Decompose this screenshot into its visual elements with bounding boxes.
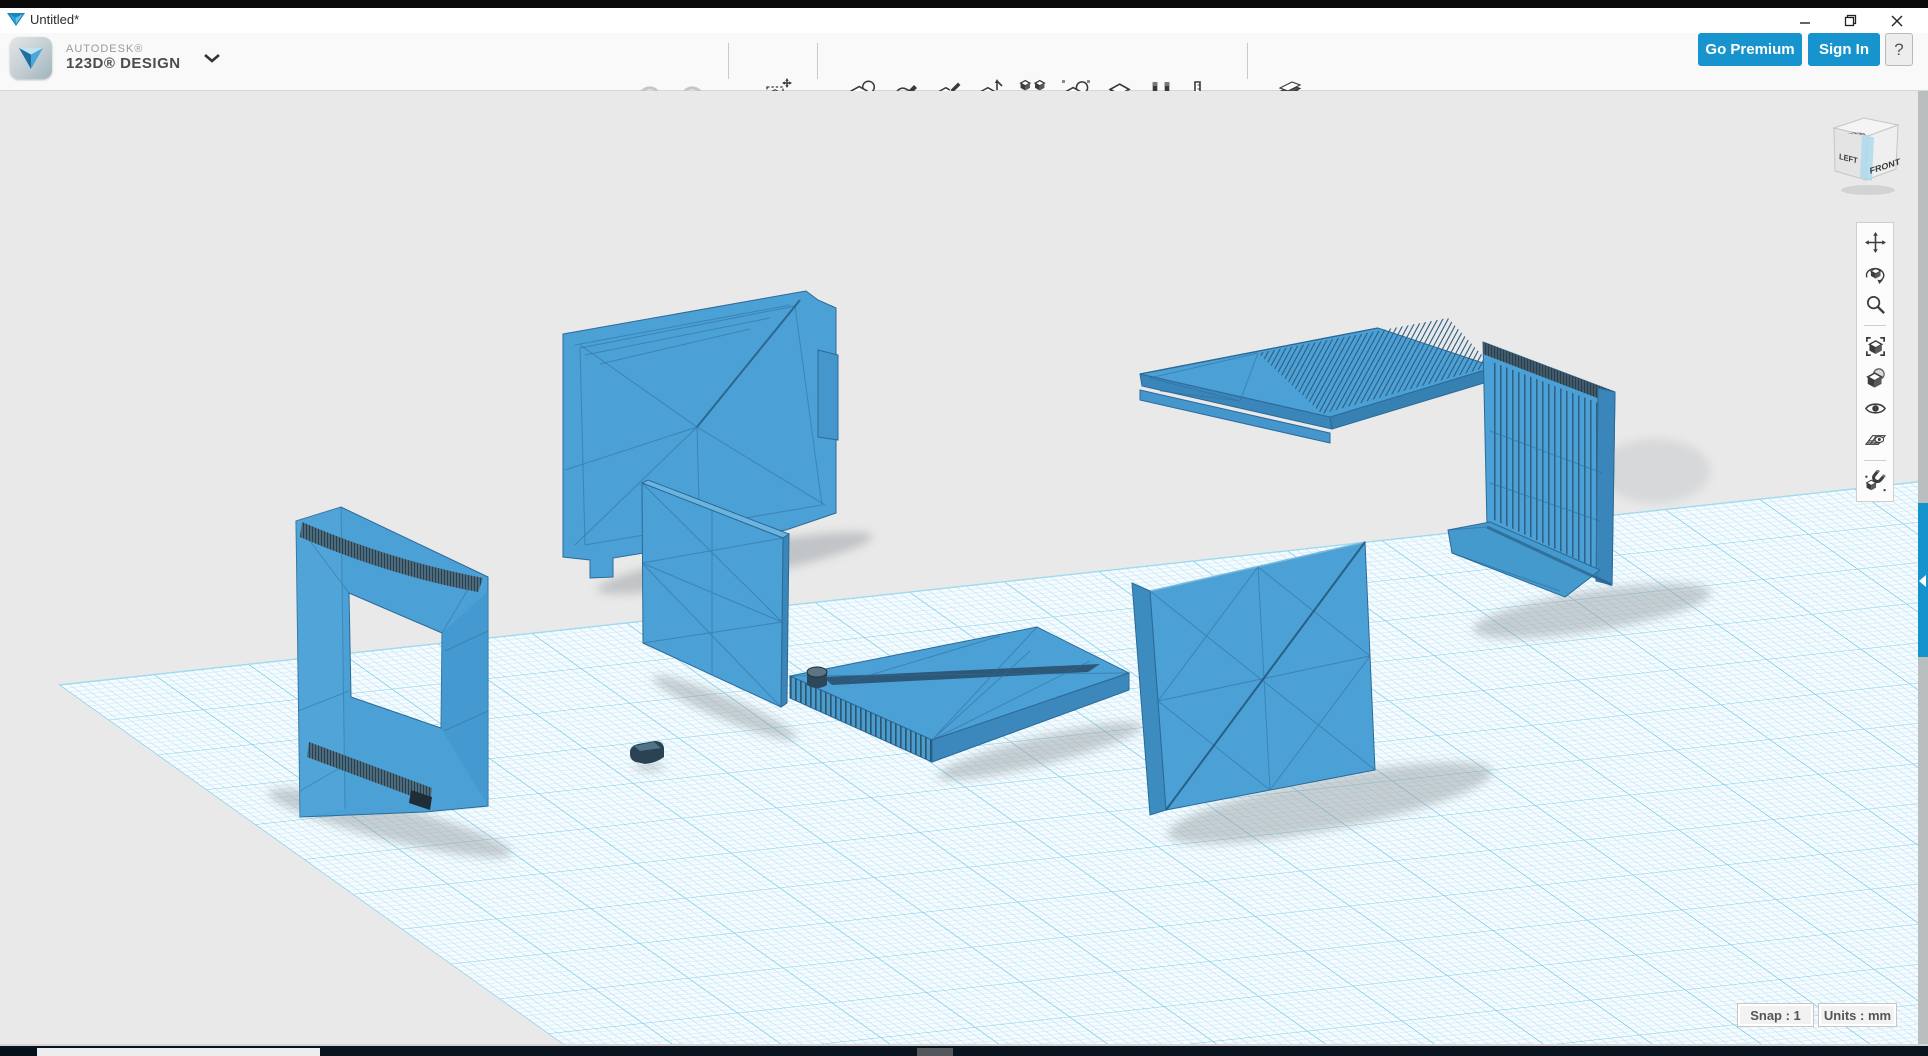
vented-top-cover[interactable] <box>1140 318 1497 443</box>
titlebar: Untitled* <box>0 8 1928 33</box>
viewport[interactable]: TOP LEFT FRONT <box>0 91 1928 1044</box>
grid-visibility-icon[interactable] <box>1857 424 1893 455</box>
help-button[interactable]: ? <box>1885 33 1913 66</box>
shading-icon[interactable] <box>1857 362 1893 393</box>
taskbar-segment <box>37 1048 320 1056</box>
snap-setting[interactable]: Snap : 1 <box>1737 1003 1814 1027</box>
nav-toolbar <box>1856 222 1894 502</box>
nav-divider <box>1864 325 1886 326</box>
taskbar-segment <box>320 1048 917 1056</box>
viewcube[interactable]: TOP LEFT FRONT <box>1820 106 1912 198</box>
brand-line2: 123D® DESIGN <box>66 56 181 72</box>
app-brand-text: AUTODESK® 123D® DESIGN <box>66 44 181 71</box>
sign-in-button[interactable]: Sign In <box>1808 33 1880 66</box>
pan-icon[interactable] <box>1857 227 1893 258</box>
orbit-icon[interactable] <box>1857 258 1893 289</box>
toolbar-separator <box>728 43 729 79</box>
show-hide-icon[interactable] <box>1857 393 1893 424</box>
restore-button[interactable] <box>1830 8 1870 33</box>
toolbar-separator <box>1247 43 1248 79</box>
panel-expand-arrow-icon <box>1919 575 1926 587</box>
taskbar-segment <box>0 1048 37 1056</box>
right-edge-strip <box>1918 91 1928 1044</box>
toolbar-separator <box>817 43 818 79</box>
app-brand-icon <box>10 37 52 79</box>
snap-toggle-icon[interactable] <box>1857 466 1893 497</box>
minimize-button[interactable] <box>1785 8 1825 33</box>
zoom-icon[interactable] <box>1857 289 1893 320</box>
app-window: Untitled* AUTODESK® 123D® DESIGN <box>0 0 1928 1056</box>
fit-view-icon[interactable] <box>1857 331 1893 362</box>
window-title: Untitled* <box>30 12 79 27</box>
nav-divider <box>1864 460 1886 461</box>
viewport-canvas[interactable] <box>0 91 1928 1044</box>
taskbar-segment <box>917 1048 953 1056</box>
go-premium-button[interactable]: Go Premium <box>1698 33 1802 66</box>
taskbar-strip <box>0 1044 1928 1056</box>
taskbar-segment <box>953 1048 1928 1056</box>
app-logo-icon <box>7 13 25 27</box>
close-button[interactable] <box>1877 8 1917 33</box>
main-toolbar: AUTODESK® 123D® DESIGN <box>0 33 1928 91</box>
chevron-down-icon[interactable] <box>203 53 221 63</box>
top-black-strip <box>0 0 1928 8</box>
units-setting[interactable]: Units : mm <box>1818 1003 1897 1027</box>
panel-expand-handle[interactable] <box>1918 503 1928 657</box>
app-menu[interactable]: AUTODESK® 123D® DESIGN <box>10 37 221 79</box>
